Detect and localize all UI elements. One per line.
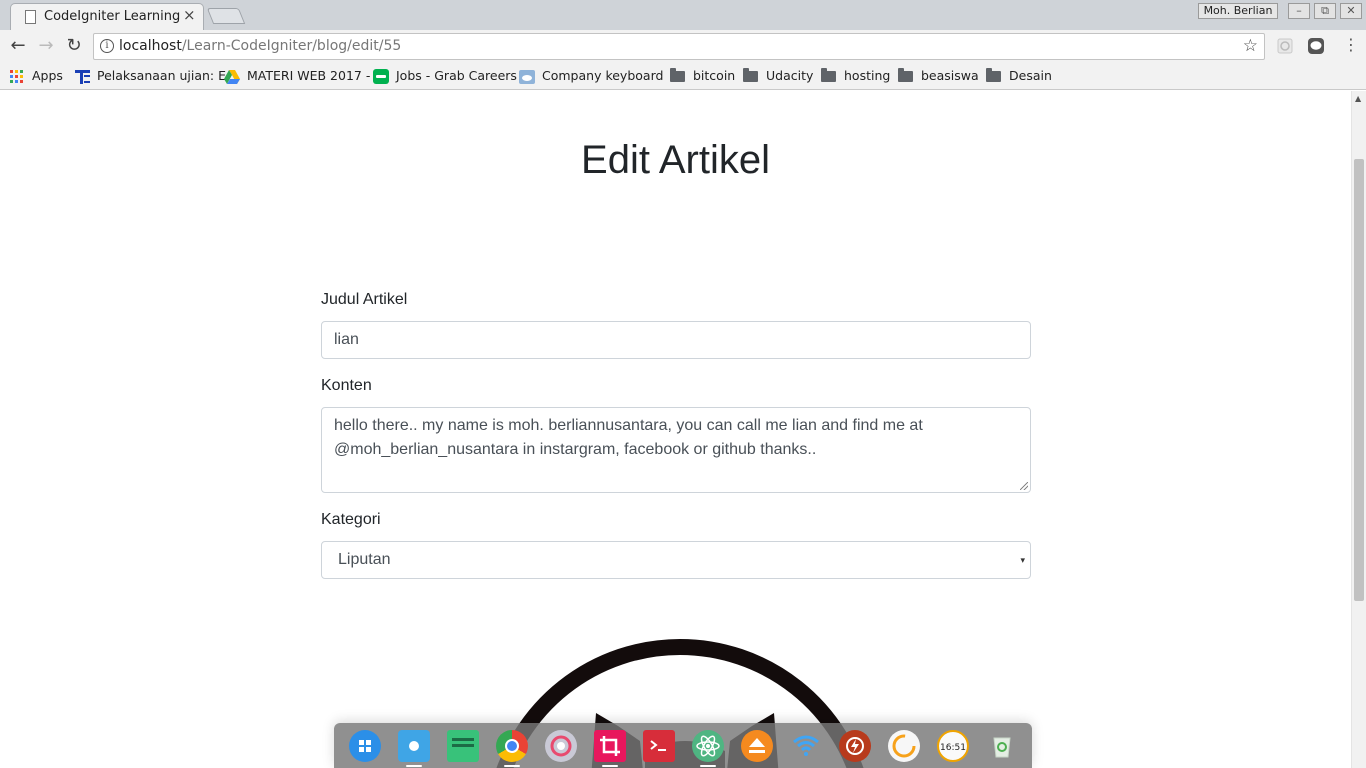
folder-icon	[986, 68, 1001, 82]
page-viewport: Edit Artikel Judul Artikel lian Konten h…	[0, 91, 1351, 768]
folder-icon	[821, 68, 836, 82]
folder-icon	[743, 68, 758, 82]
google-drive-icon	[224, 69, 240, 84]
folder-icon	[670, 68, 685, 82]
forward-button[interactable]: →	[35, 36, 57, 56]
bookmark-label: Company keyboard	[542, 68, 664, 83]
clock-icon[interactable]: 16:51	[937, 730, 969, 762]
bookmark-label: Apps	[32, 68, 63, 83]
grab-icon	[373, 69, 389, 84]
system-dock: 16:51	[334, 723, 1032, 768]
bookmark-label: beasiswa	[921, 68, 979, 83]
address-bar[interactable]: i localhost/Learn-CodeIgniter/blog/edit/…	[93, 33, 1265, 60]
page-icon	[25, 10, 36, 24]
clock-text: 16:51	[940, 743, 966, 753]
browser-toolbar: ← → ↻ i localhost/Learn-CodeIgniter/blog…	[0, 30, 1366, 63]
screenshot-icon[interactable]	[594, 730, 626, 762]
line-extension-icon[interactable]	[1307, 37, 1325, 55]
bookmark-hosting[interactable]: hosting	[821, 68, 890, 84]
bookmark-pelaksanaan-ujian[interactable]: Pelaksanaan ujian: E	[75, 68, 226, 84]
wifi-icon[interactable]	[790, 730, 822, 762]
power-icon[interactable]	[839, 730, 871, 762]
cloud-icon	[519, 69, 535, 84]
close-window-button[interactable]: ✕	[1340, 3, 1362, 19]
judul-input[interactable]: lian	[321, 321, 1031, 359]
info-icon[interactable]: i	[100, 39, 114, 53]
konten-label: Konten	[321, 377, 372, 394]
terminal-icon[interactable]	[643, 730, 675, 762]
kategori-label: Kategori	[321, 511, 381, 528]
bookmark-label: hosting	[844, 68, 891, 83]
bookmark-udacity[interactable]: Udacity	[743, 68, 813, 84]
page-scrollbar[interactable]: ▲	[1351, 91, 1366, 768]
kategori-select[interactable]: Liputan ▾	[321, 541, 1031, 579]
chrome-icon[interactable]	[496, 730, 528, 762]
settings-icon[interactable]	[545, 730, 577, 762]
terminal-green-icon[interactable]	[447, 730, 479, 762]
bookmark-label: MATERI WEB 2017 -	[247, 68, 371, 83]
kategori-selected-value: Liputan	[338, 551, 391, 568]
bookmark-bitcoin[interactable]: bitcoin	[670, 68, 735, 84]
minimize-button[interactable]: –	[1288, 3, 1310, 19]
running-indicator	[504, 765, 520, 767]
url-path: /Learn-CodeIgniter/blog/edit/55	[181, 38, 402, 54]
scroll-up-arrow-icon[interactable]: ▲	[1355, 94, 1361, 103]
bookmark-label: Desain	[1009, 68, 1052, 83]
chevron-down-icon: ▾	[1020, 555, 1025, 565]
browser-titlebar: CodeIgniter Learning × Moh. Berlian – ⧉ …	[0, 0, 1366, 30]
running-indicator	[700, 765, 716, 767]
bookmark-grab-careers[interactable]: Jobs - Grab Careers	[373, 68, 517, 84]
bookmark-materi-web[interactable]: MATERI WEB 2017 -	[224, 68, 370, 84]
bookmark-star-icon[interactable]: ☆	[1243, 36, 1258, 56]
tab-close-icon[interactable]: ×	[183, 6, 196, 24]
konten-textarea[interactable]: hello there.. my name is moh. berliannus…	[321, 407, 1031, 493]
running-indicator	[602, 765, 618, 767]
trash-icon[interactable]	[986, 730, 1018, 762]
apps-grid-icon	[10, 69, 24, 84]
judul-label: Judul Artikel	[321, 291, 408, 308]
bookmark-apps[interactable]: Apps	[10, 68, 63, 84]
new-tab-button[interactable]	[206, 8, 246, 24]
bookmark-label: Pelaksanaan ujian: E	[97, 68, 226, 83]
resize-handle-icon[interactable]	[1020, 482, 1028, 490]
tab-title: CodeIgniter Learning	[44, 9, 181, 24]
extension-icon[interactable]	[1276, 37, 1294, 55]
bookmark-desain[interactable]: Desain	[986, 68, 1052, 84]
bookmark-label: Udacity	[766, 68, 814, 83]
maximize-button[interactable]: ⧉	[1314, 3, 1336, 19]
back-button[interactable]: ←	[7, 36, 29, 56]
folder-icon	[898, 68, 913, 82]
bookmark-label: Jobs - Grab Careers	[396, 68, 517, 83]
url-text[interactable]: localhost/Learn-CodeIgniter/blog/edit/55	[119, 38, 401, 54]
bookmarks-bar: Apps Pelaksanaan ujian: E MATERI WEB 201…	[0, 63, 1366, 90]
app-orange-icon[interactable]	[888, 730, 920, 762]
chrome-menu-icon[interactable]: ⋮	[1343, 37, 1359, 53]
konten-text: hello there.. my name is moh. berliannus…	[334, 417, 923, 458]
launcher-icon[interactable]	[349, 730, 381, 762]
te-icon	[75, 69, 90, 84]
bookmark-label: bitcoin	[693, 68, 736, 83]
reload-button[interactable]: ↻	[63, 36, 85, 56]
url-host: localhost	[119, 38, 182, 54]
file-manager-icon[interactable]	[398, 730, 430, 762]
bookmark-beasiswa[interactable]: beasiswa	[898, 68, 979, 84]
profile-button[interactable]: Moh. Berlian	[1198, 3, 1278, 19]
atom-icon[interactable]	[692, 730, 724, 762]
running-indicator	[406, 765, 422, 767]
page-title: Edit Artikel	[581, 138, 770, 182]
eject-icon[interactable]	[741, 730, 773, 762]
browser-tab-active[interactable]: CodeIgniter Learning ×	[10, 3, 204, 30]
bookmark-company-keyboard[interactable]: Company keyboard	[519, 68, 663, 84]
scroll-thumb[interactable]	[1354, 159, 1364, 601]
